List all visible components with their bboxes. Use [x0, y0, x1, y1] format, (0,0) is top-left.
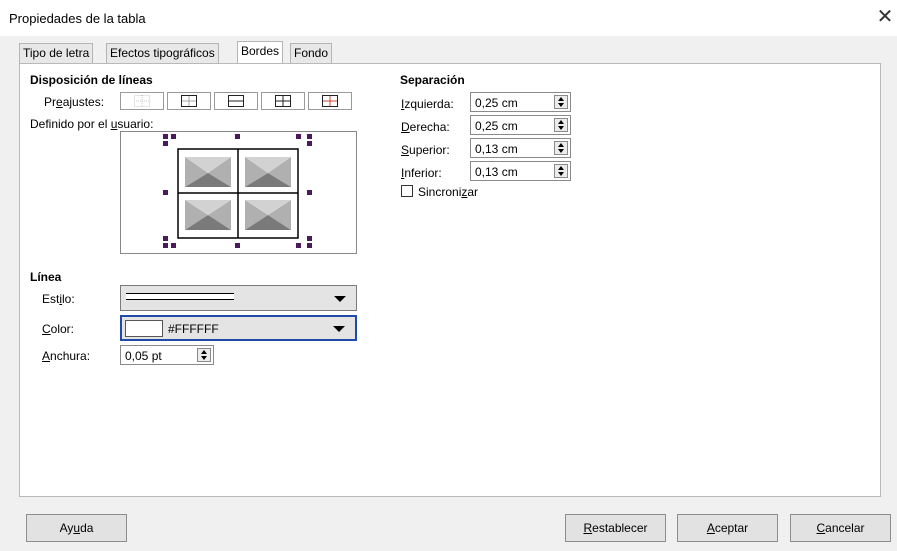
line-heading: Línea — [30, 270, 62, 284]
tab-font-effects[interactable]: Efectos tipográficos — [106, 43, 219, 63]
border-marker — [307, 243, 312, 248]
window-title: Propiedades de la tabla — [9, 11, 146, 26]
preset-outer-keep-inner-button[interactable] — [308, 92, 352, 110]
left-spinner[interactable]: 0,25 cm — [470, 92, 571, 112]
width-label: Anchura: — [42, 349, 91, 363]
chevron-down-icon — [334, 296, 346, 302]
border-marker — [307, 236, 312, 241]
border-marker — [163, 134, 168, 139]
user-defined-label: Definido por el usuario: — [30, 117, 154, 131]
width-value: 0,05 pt — [125, 349, 162, 363]
border-marker — [296, 243, 301, 248]
color-dropdown[interactable]: #FFFFFF — [120, 315, 357, 341]
bottom-value: 0,13 cm — [475, 165, 518, 179]
border-marker — [163, 236, 168, 241]
right-label: Derecha: — [401, 120, 450, 134]
border-none-icon — [134, 95, 150, 107]
right-spinner[interactable]: 0,25 cm — [470, 115, 571, 135]
color-swatch — [125, 320, 163, 337]
preset-outer-horizontal-button[interactable] — [214, 92, 258, 110]
color-label: Color: — [42, 322, 75, 336]
border-outer-icon — [181, 95, 197, 107]
presets-label: Preajustes: — [44, 95, 105, 109]
border-marker — [235, 134, 240, 139]
line-style-sample — [126, 293, 234, 300]
top-value: 0,13 cm — [475, 142, 518, 156]
cancel-button[interactable]: Cancelar — [790, 514, 891, 542]
border-marker — [163, 141, 168, 146]
border-outer-keep-inner-icon — [322, 95, 338, 107]
spacing-heading: Separación — [400, 73, 465, 87]
line-arrangement-heading: Disposición de líneas — [30, 73, 153, 87]
tab-font[interactable]: Tipo de letra — [19, 43, 94, 63]
tab-borders[interactable]: Bordes — [237, 41, 284, 63]
border-marker — [163, 190, 168, 195]
spin-arrows-icon[interactable] — [197, 348, 211, 362]
border-marker — [296, 134, 301, 139]
synchronize-label: Sincronizar — [418, 185, 479, 199]
style-label: Estilo: — [42, 292, 75, 306]
border-outer-horizontal-icon — [228, 95, 244, 107]
reset-button[interactable]: Restablecer — [565, 514, 666, 542]
style-dropdown[interactable] — [120, 285, 357, 311]
border-marker — [307, 190, 312, 195]
border-marker — [307, 141, 312, 146]
spin-arrows-icon[interactable] — [554, 118, 568, 132]
spin-arrows-icon[interactable] — [554, 164, 568, 178]
border-preview[interactable] — [120, 131, 357, 254]
left-label: Izquierda: — [401, 97, 454, 111]
width-spinner[interactable]: 0,05 pt — [120, 345, 214, 365]
bottom-spinner[interactable]: 0,13 cm — [470, 161, 571, 181]
cell-grid-diagram — [177, 148, 299, 239]
preset-none-button[interactable] — [120, 92, 164, 110]
ok-button[interactable]: Aceptar — [677, 514, 778, 542]
tab-background[interactable]: Fondo — [290, 43, 333, 63]
preset-outer-button[interactable] — [167, 92, 211, 110]
spin-arrows-icon[interactable] — [554, 141, 568, 155]
border-marker — [307, 134, 312, 139]
right-value: 0,25 cm — [475, 119, 518, 133]
top-spinner[interactable]: 0,13 cm — [470, 138, 571, 158]
border-marker — [171, 134, 176, 139]
close-icon[interactable]: ✕ — [874, 6, 896, 28]
chevron-down-icon — [333, 326, 345, 332]
border-marker — [163, 243, 168, 248]
left-value: 0,25 cm — [475, 96, 518, 110]
color-value: #FFFFFF — [168, 322, 219, 336]
synchronize-checkbox[interactable] — [401, 185, 413, 197]
border-marker — [235, 243, 240, 248]
border-all-icon — [275, 95, 291, 107]
top-label: Superior: — [401, 143, 450, 157]
spin-arrows-icon[interactable] — [554, 95, 568, 109]
bottom-label: Inferior: — [401, 166, 442, 180]
help-button[interactable]: Ayuda — [26, 514, 127, 542]
preset-all-button[interactable] — [261, 92, 305, 110]
border-marker — [171, 243, 176, 248]
